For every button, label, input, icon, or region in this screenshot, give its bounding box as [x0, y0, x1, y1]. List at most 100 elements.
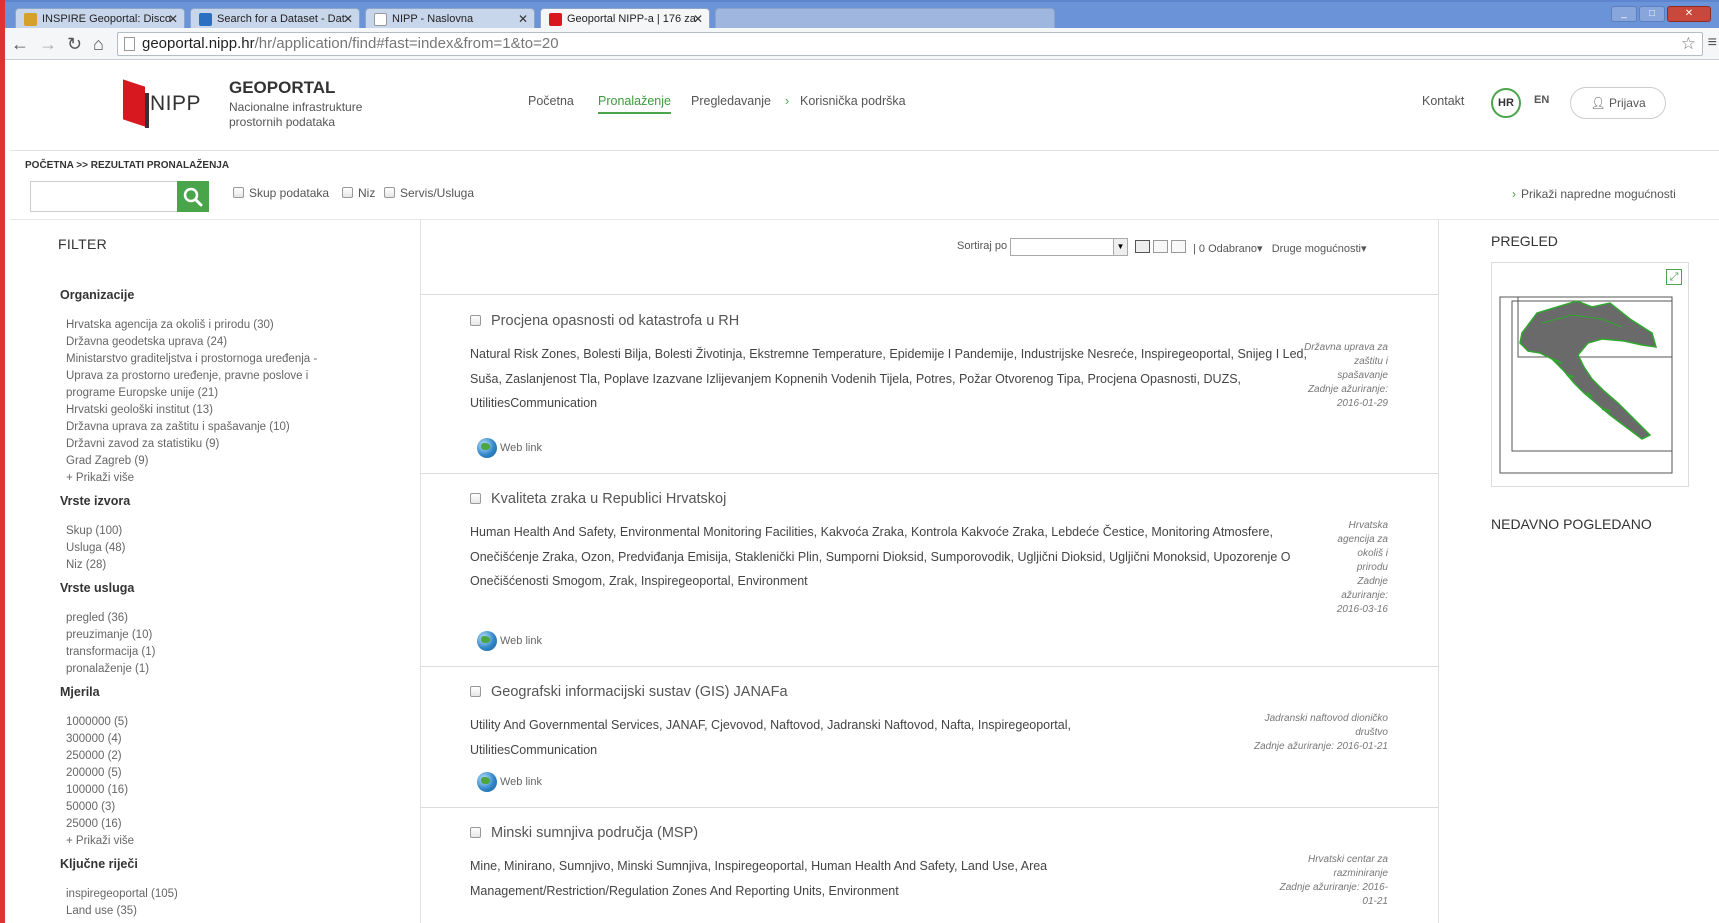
filter-item[interactable]: 250000 (2) [66, 748, 356, 765]
result-title-text[interactable]: Procjena opasnosti od katastrofa u RH [491, 313, 739, 329]
chevron-down-icon: ▼ [1113, 239, 1127, 255]
result-title[interactable]: Procjena opasnosti od katastrofa u RH [470, 313, 739, 329]
nav-pregledavanje[interactable]: Pregledavanje [691, 94, 771, 108]
type-service-checkbox[interactable]: Servis/Usluga [384, 186, 474, 200]
compact-view-icon[interactable] [1171, 240, 1186, 253]
result-meta: Državna uprava za zaštitu i spašavanje Z… [1303, 341, 1388, 411]
filter-item[interactable]: pronalaženje (1) [66, 661, 356, 678]
filter-item[interactable]: 25000 (16) [66, 816, 356, 833]
filter-item[interactable]: Grad Zagreb (9) [66, 453, 356, 470]
result-title[interactable]: Kvaliteta zraka u Republici Hrvatskoj [470, 491, 726, 507]
maximize-icon[interactable]: □ [1639, 6, 1665, 22]
web-link[interactable]: Web link [477, 772, 542, 792]
lang-en-button[interactable]: EN [1534, 94, 1549, 106]
filter-item[interactable]: preuzimanje (10) [66, 627, 356, 644]
filter-item[interactable]: Državni zavod za statistiku (9) [66, 436, 356, 453]
view-mode-toggle [1135, 240, 1186, 253]
browser-tab-geoportal[interactable]: Geoportal NIPP-a | 176 za ✕ [540, 8, 710, 30]
filter-item[interactable]: Skup (100) [66, 523, 356, 540]
nipp-logo[interactable]: NIPP [123, 79, 201, 129]
result-checkbox[interactable] [470, 686, 481, 697]
browser-tab-nipp[interactable]: NIPP - Naslovna ✕ [365, 8, 535, 30]
selected-dropdown[interactable]: 0 Odabrano [1199, 243, 1257, 255]
filter-item[interactable]: 100000 (16) [66, 782, 356, 799]
filter-item[interactable]: inspiregeoportal (105) [66, 886, 356, 903]
preview-map[interactable]: ⤢ [1491, 262, 1689, 487]
menu-icon[interactable]: ≡ [1708, 34, 1717, 52]
close-icon[interactable]: ✕ [518, 12, 528, 26]
filter-item[interactable]: transformacija (1) [66, 644, 356, 661]
result-checkbox[interactable] [470, 827, 481, 838]
web-link[interactable]: Web link [477, 438, 542, 458]
advanced-options-link[interactable]: › Prikaži napredne mogućnosti [1512, 187, 1676, 201]
close-icon[interactable]: ✕ [693, 12, 703, 26]
filter-item[interactable]: Državna geodetska uprava (24) [66, 334, 356, 351]
filter-item[interactable]: Hrvatski geološki institut (13) [66, 402, 356, 419]
url-input[interactable]: geoportal.nipp.hr/hr/application/find#fa… [117, 32, 1703, 56]
filter-item[interactable]: Ministarstvo graditeljstva i prostornoga… [66, 351, 356, 402]
browser-tab-search-dataset[interactable]: Search for a Dataset - Dat ✕ [190, 8, 360, 30]
nav-pronalazenje[interactable]: Pronalaženje [598, 94, 671, 114]
result-keywords: Utility And Governmental Services, JANAF… [470, 718, 1071, 757]
filter-item[interactable]: Usluga (48) [66, 540, 356, 557]
contact-link[interactable]: Kontakt [1422, 94, 1464, 108]
sort-select[interactable]: ▼ [1010, 238, 1128, 256]
filter-item[interactable]: Niz (28) [66, 557, 356, 574]
reload-icon[interactable]: ↻ [67, 34, 82, 55]
checkbox[interactable] [342, 187, 353, 198]
result-title[interactable]: Geografski informacijski sustav (GIS) JA… [470, 684, 788, 700]
chevron-right-icon: › [1512, 187, 1516, 201]
minimize-icon[interactable]: _ [1611, 6, 1637, 22]
filter-item[interactable]: 1000000 (5) [66, 714, 356, 731]
browser-tab-inspire[interactable]: INSPIRE Geoportal: Disco ✕ [15, 8, 185, 30]
result-checkbox[interactable] [470, 315, 481, 326]
result-title[interactable]: Minski sumnjiva područja (MSP) [470, 825, 698, 841]
result-keywords: Natural Risk Zones, Bolesti Bilja, Boles… [470, 347, 1307, 410]
back-icon[interactable]: ← [11, 34, 29, 55]
nav-korisnicka-podrska[interactable]: Korisnička podrška [800, 94, 906, 108]
lang-hr-button[interactable]: HR [1491, 88, 1521, 118]
caret-down-icon: ▾ [1257, 243, 1263, 255]
checkbox[interactable] [233, 187, 244, 198]
window-close-icon[interactable]: ✕ [1667, 6, 1711, 22]
filter-item[interactable]: Hrvatska agencija za okoliš i prirodu (3… [66, 317, 356, 334]
result-org: Jadranski naftovod dioničko društvo [1264, 713, 1388, 738]
breadcrumb: POČETNA >> REZULTATI PRONALAŽENJA [25, 160, 230, 171]
checkbox[interactable] [384, 187, 395, 198]
more-options-dropdown[interactable]: Druge mogućnosti [1272, 243, 1361, 255]
home-icon[interactable]: ⌂ [93, 34, 104, 55]
expand-icon[interactable]: ⤢ [1666, 269, 1682, 285]
close-icon[interactable]: ✕ [168, 12, 178, 26]
browser-tab-blurred[interactable] [715, 8, 1055, 30]
result-meta: Hrvatska agencija za okoliš i prirodu Za… [1326, 519, 1388, 617]
search-button[interactable] [177, 181, 209, 212]
show-more-link[interactable]: + Prikaži više [66, 470, 356, 487]
filter-item[interactable]: Land use (35) [66, 903, 356, 920]
result-title-text[interactable]: Kvaliteta zraka u Republici Hrvatskoj [491, 491, 726, 507]
result-checkbox[interactable] [470, 493, 481, 504]
type-series-checkbox[interactable]: Niz [342, 186, 375, 200]
filter-item[interactable]: Državna uprava za zaštitu i spašavanje (… [66, 419, 356, 436]
list-view-icon[interactable] [1135, 240, 1150, 253]
type-dataset-checkbox[interactable]: Skup podataka [233, 186, 329, 200]
filter-item[interactable]: 200000 (5) [66, 765, 356, 782]
close-icon[interactable]: ✕ [343, 12, 353, 26]
web-link[interactable]: Web link [477, 631, 542, 651]
search-input[interactable] [30, 181, 178, 212]
filter-item[interactable]: 50000 (3) [66, 799, 356, 816]
checkbox-label: Niz [358, 186, 376, 200]
filter-item[interactable]: 300000 (4) [66, 731, 356, 748]
bookmark-star-icon[interactable]: ☆ [1681, 34, 1696, 54]
forward-icon[interactable]: → [39, 34, 57, 55]
nav-pocetna[interactable]: Početna [528, 94, 574, 108]
brand-title: GEOPORTAL [229, 78, 336, 97]
advanced-options-label: Prikaži napredne mogućnosti [1521, 187, 1676, 201]
result-title-text[interactable]: Geografski informacijski sustav (GIS) JA… [491, 684, 788, 700]
filter-item[interactable]: pregled (36) [66, 610, 356, 627]
result-title-text[interactable]: Minski sumnjiva područja (MSP) [491, 825, 698, 841]
filter-section-scales: Mjerila [60, 685, 100, 699]
grid-view-icon[interactable] [1153, 240, 1168, 253]
login-button[interactable]: 👤︎ Prijava [1570, 87, 1666, 119]
url-path: /hr/application/find#fast=index&from=1&t… [254, 35, 559, 52]
show-more-link[interactable]: + Prikaži više [66, 833, 356, 850]
